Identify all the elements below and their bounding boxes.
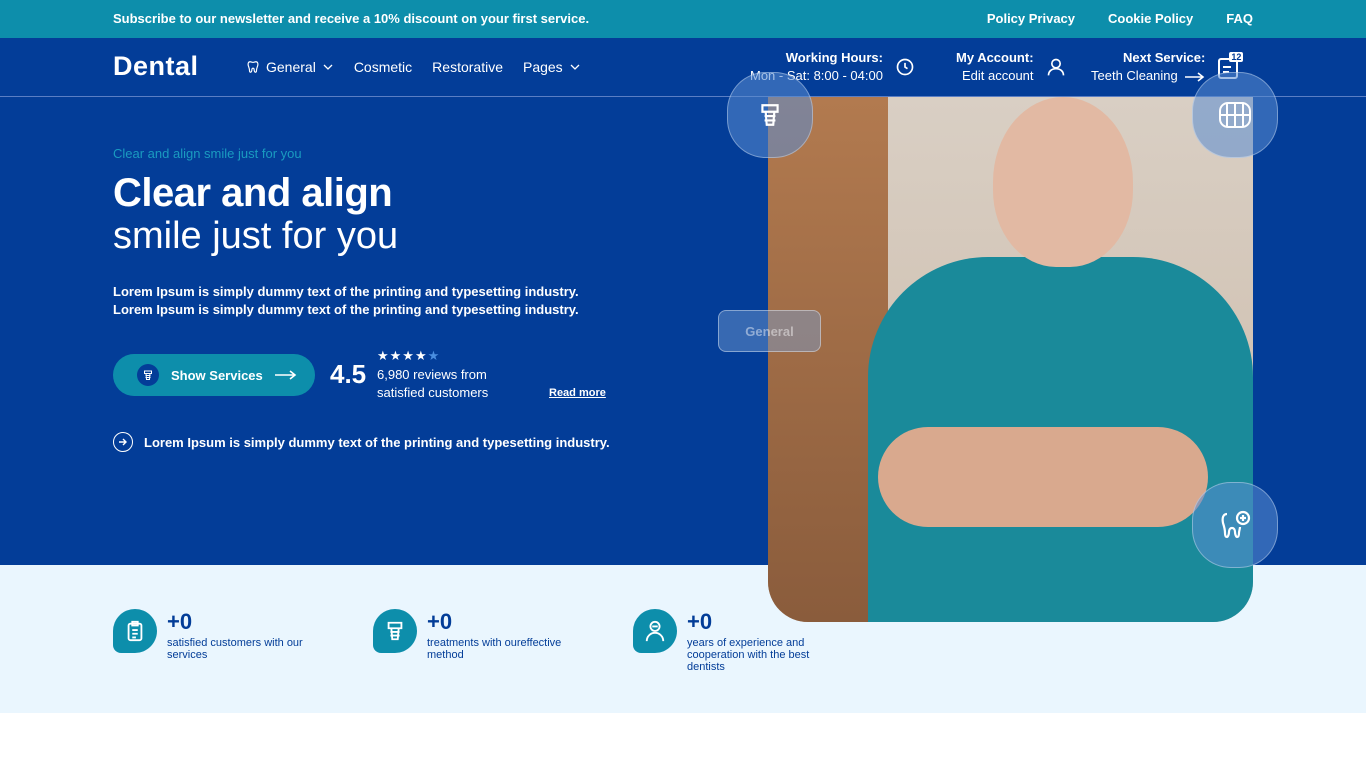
- reviews-line1: 6,980 reviews from: [377, 367, 487, 382]
- stat-label: satisfied customers with our services: [167, 637, 303, 661]
- main-header: Dental General Cosmetic Restorative Page…: [0, 38, 1366, 97]
- stat-number: +0: [167, 609, 193, 634]
- hero-title-line1: Clear and align: [113, 171, 393, 215]
- stat-item: +0 treatments with oureffective method: [373, 609, 587, 661]
- nav-item-cosmetic[interactable]: Cosmetic: [354, 59, 412, 75]
- teeth-bubble: [1192, 72, 1278, 158]
- edit-account-link[interactable]: Edit account: [962, 68, 1034, 83]
- clipboard-icon: [113, 609, 157, 653]
- nav-label: Cosmetic: [353, 59, 413, 75]
- reviews-line2: satisfied customers: [377, 385, 489, 400]
- stat-item: +0 satisfied customers with our services: [113, 609, 327, 661]
- show-services-label: Show Services: [171, 367, 263, 383]
- arrow-right-icon: [274, 370, 297, 380]
- implant-bubble: [727, 72, 813, 158]
- star-icon: ★★★★: [377, 348, 428, 363]
- nav-item-pages[interactable]: Pages: [523, 59, 581, 75]
- tooth-plus-icon: [1221, 510, 1251, 539]
- newsletter-promo: Subscribe to our newsletter and receive …: [113, 11, 590, 26]
- tooth-icon: [247, 61, 259, 73]
- read-more-link[interactable]: Read more: [549, 387, 606, 399]
- general-glass-button[interactable]: General: [718, 310, 821, 352]
- my-account[interactable]: My Account: Edit account: [956, 49, 1066, 85]
- faq-link[interactable]: FAQ: [1226, 11, 1253, 26]
- nav-label: General: [266, 59, 316, 75]
- cookie-policy-link[interactable]: Cookie Policy: [1108, 11, 1193, 26]
- tooth-plus-bubble: [1192, 482, 1278, 568]
- policy-privacy-link[interactable]: Policy Privacy: [987, 11, 1075, 26]
- implant-icon: [137, 364, 159, 386]
- user-icon: [1047, 58, 1064, 76]
- rating-value: 4.5: [330, 359, 367, 389]
- implant-icon: [373, 609, 417, 653]
- photo-arms: [878, 427, 1208, 527]
- calendar-badge: 12: [1229, 52, 1244, 62]
- next-service-value: Teeth Cleaning: [1091, 68, 1178, 83]
- main-nav: General Cosmetic Restorative Pages: [246, 59, 581, 75]
- chevron-down-icon: [323, 64, 333, 70]
- nav-item-general[interactable]: General: [246, 59, 334, 75]
- dentist-photo: [768, 97, 1253, 622]
- reviews-text: 6,980 reviews from satisfied customers: [377, 366, 488, 402]
- logo[interactable]: Dental: [113, 51, 199, 82]
- nav-item-restorative[interactable]: Restorative: [432, 59, 503, 75]
- circle-arrow-icon: [113, 432, 133, 452]
- top-links: Policy Privacy Cookie Policy FAQ: [987, 11, 1253, 26]
- stat-label: years of experience and cooperation with…: [687, 637, 810, 673]
- hero-eyebrow: Clear and align smile just for you: [113, 146, 302, 161]
- hero-note-text: Lorem Ipsum is simply dummy text of the …: [144, 434, 610, 450]
- nav-label: Pages: [522, 59, 563, 75]
- hero-paragraph-line1: Lorem Ipsum is simply dummy text of the …: [113, 284, 579, 299]
- stat-number: +0: [427, 609, 453, 634]
- top-bar: Subscribe to our newsletter and receive …: [0, 0, 1366, 38]
- clock-icon: [896, 58, 914, 76]
- hero-paragraph: Lorem Ipsum is simply dummy text of the …: [113, 283, 579, 319]
- arrow-right-icon: [1185, 71, 1205, 82]
- dentist-icon: [633, 609, 677, 653]
- hero-note: Lorem Ipsum is simply dummy text of the …: [113, 432, 610, 452]
- account-title: My Account:: [956, 50, 1034, 65]
- next-service-title: Next Service:: [1122, 50, 1206, 65]
- star-empty-icon: ★: [427, 348, 441, 363]
- hero-title-line2: smile just for you: [113, 215, 399, 257]
- implant-icon: [761, 104, 779, 126]
- nav-label: Restorative: [432, 59, 503, 75]
- working-hours-title: Working Hours:: [785, 50, 883, 65]
- photo-head: [993, 97, 1133, 267]
- hero-paragraph-line2: Lorem Ipsum is simply dummy text of the …: [113, 302, 579, 317]
- teeth-icon: [1219, 102, 1251, 128]
- rating-stars: ★★★★★: [377, 348, 440, 364]
- show-services-button[interactable]: Show Services: [113, 354, 315, 396]
- chevron-down-icon: [570, 64, 580, 70]
- stat-label: treatments with oureffective method: [427, 637, 562, 661]
